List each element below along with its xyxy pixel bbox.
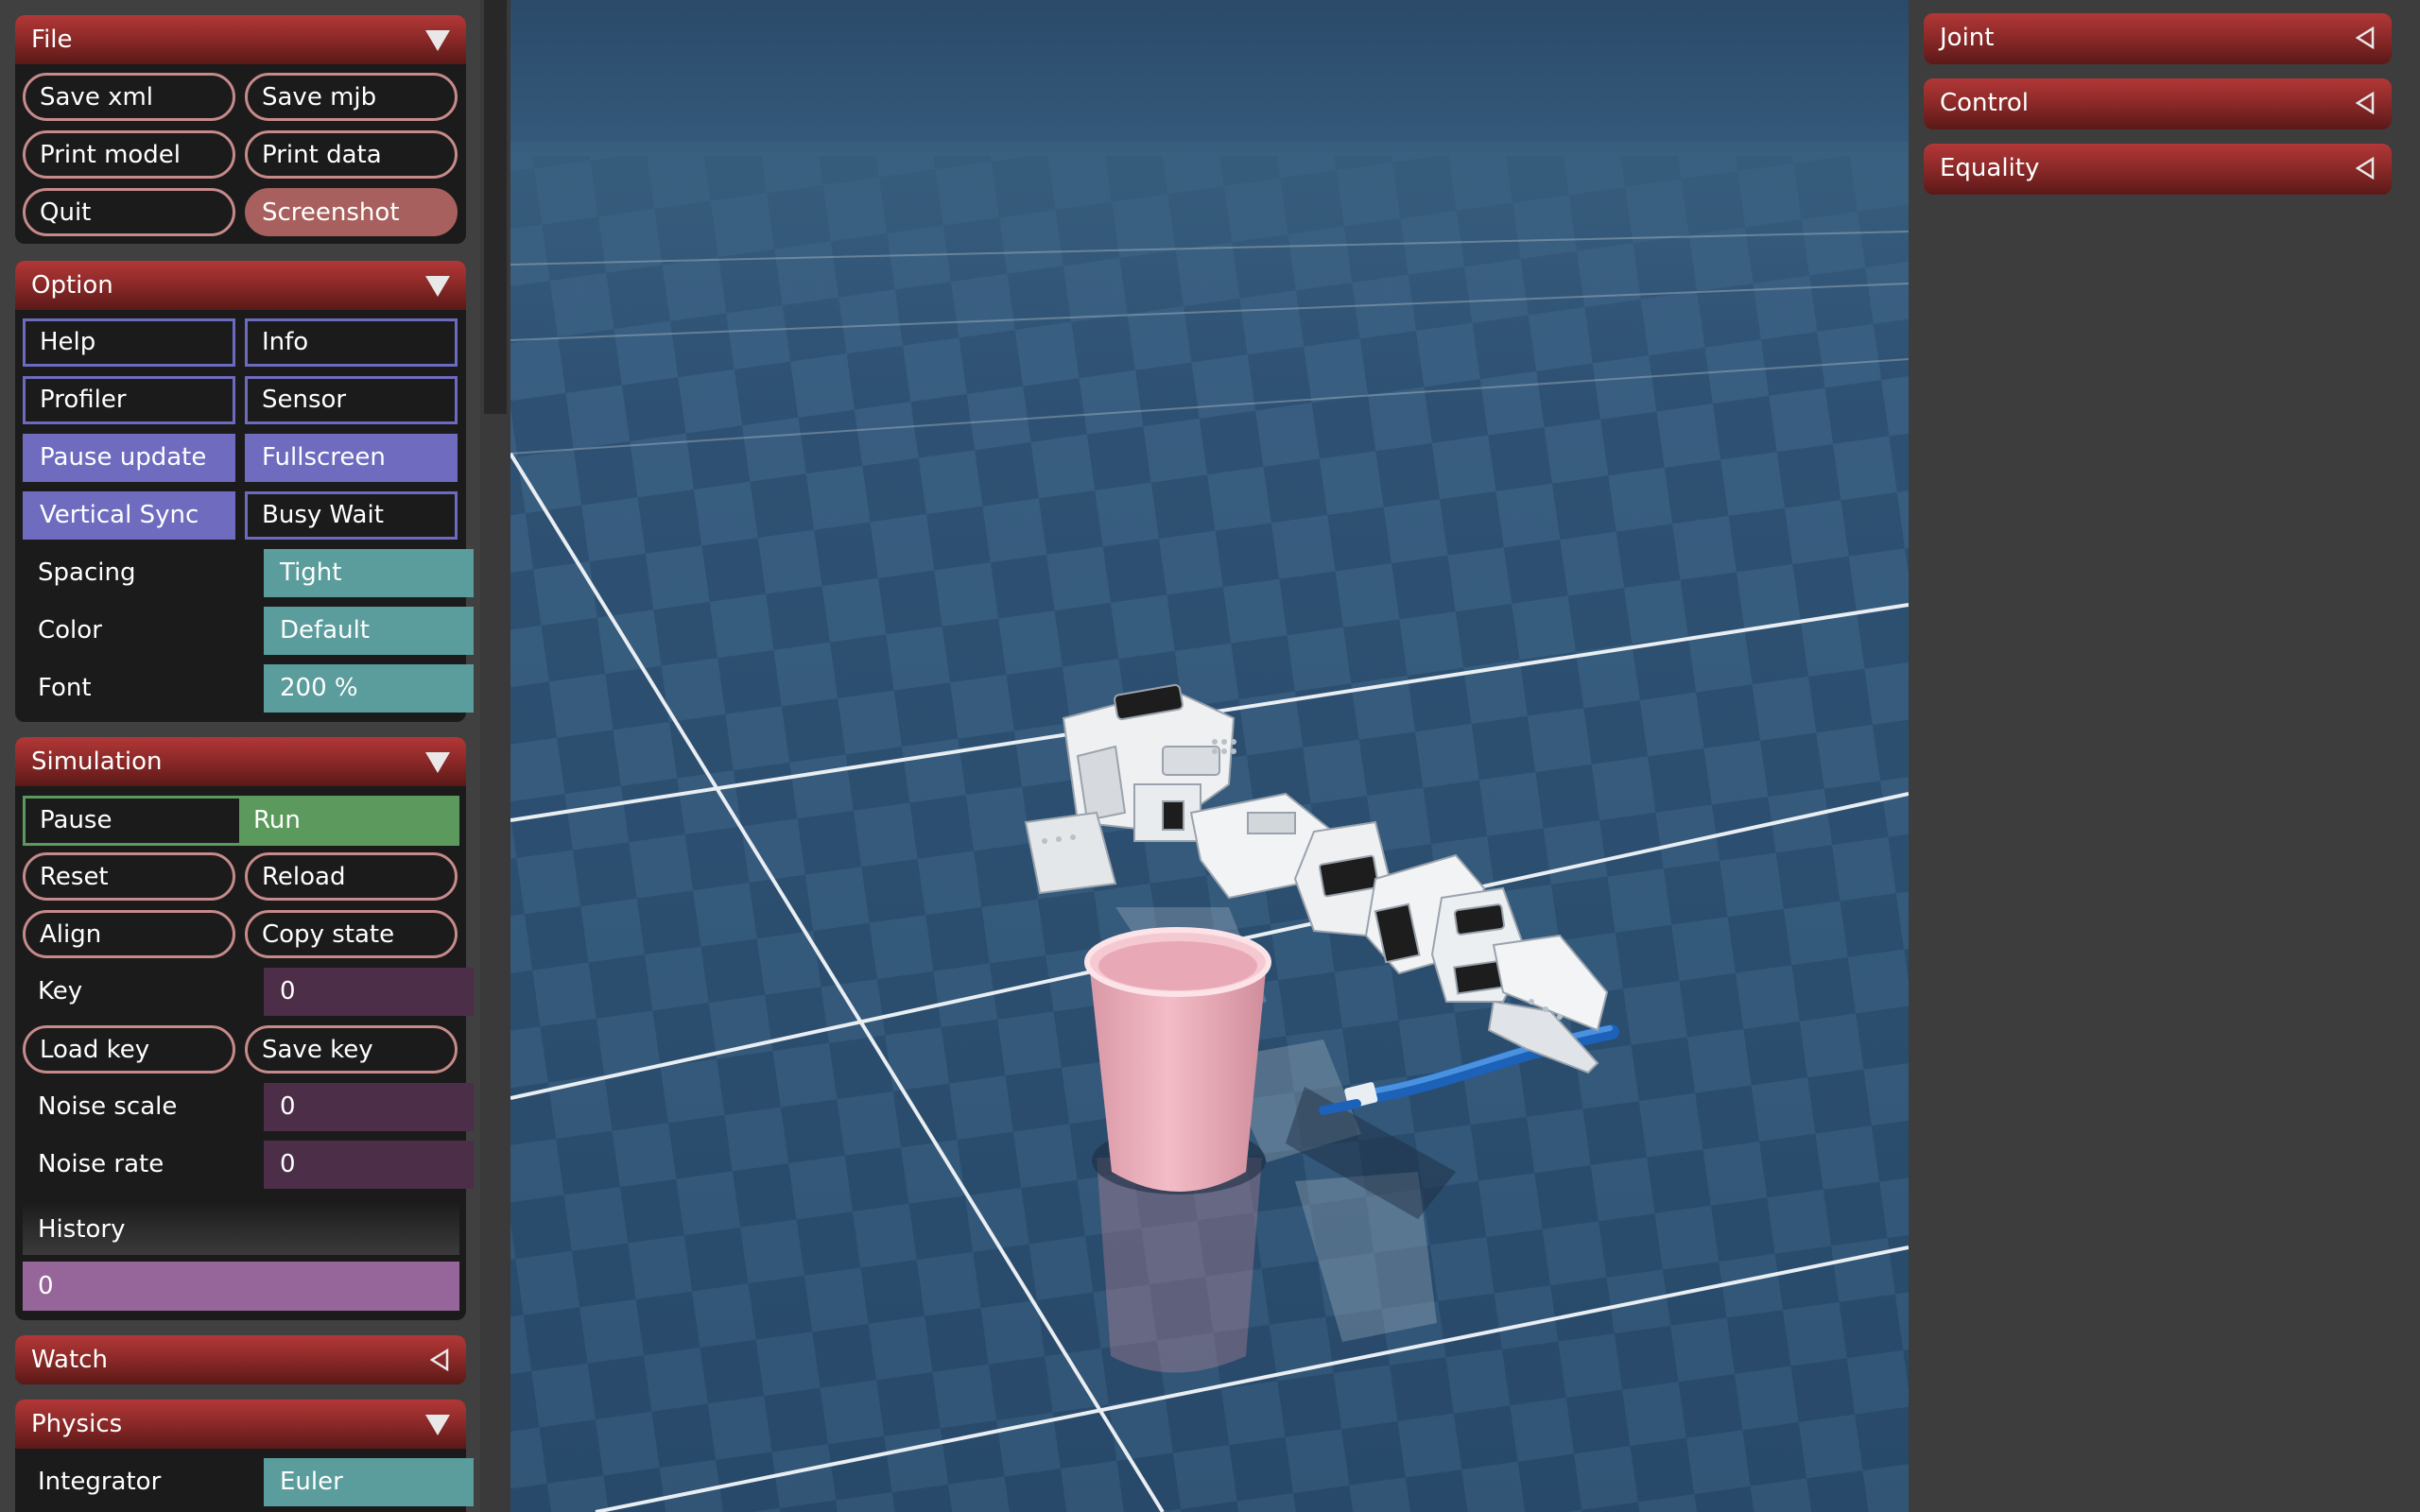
save-mjb-button[interactable]: Save mjb bbox=[245, 73, 458, 121]
simulation-section: Simulation Pause Run Reset Reload Align … bbox=[15, 737, 474, 1320]
triangle-left-icon bbox=[2356, 26, 2375, 49]
simulation-section-header[interactable]: Simulation bbox=[15, 737, 466, 786]
physics-section: Physics Integrator Euler bbox=[15, 1400, 474, 1512]
control-section-title: Control bbox=[1940, 89, 2029, 117]
file-section-title: File bbox=[31, 26, 73, 54]
screenshot-button[interactable]: Screenshot bbox=[245, 188, 458, 236]
color-label: Color bbox=[38, 616, 102, 644]
watch-section-title: Watch bbox=[31, 1346, 108, 1374]
left-panel-scrollbar[interactable] bbox=[480, 0, 510, 1512]
reload-button[interactable]: Reload bbox=[245, 852, 458, 901]
joint-section-title: Joint bbox=[1940, 24, 1995, 52]
3d-viewport[interactable] bbox=[510, 0, 1909, 1512]
info-checkbox[interactable]: Info bbox=[245, 318, 458, 367]
file-section: File Save xml Save mjb Print model Print… bbox=[15, 15, 466, 244]
equality-section-header[interactable]: Equality bbox=[1924, 144, 2392, 195]
triangle-down-icon bbox=[425, 1415, 450, 1435]
key-field[interactable]: 0 bbox=[264, 968, 474, 1016]
option-section-header[interactable]: Option bbox=[15, 261, 466, 310]
sky-background bbox=[510, 0, 1909, 156]
file-section-header[interactable]: File bbox=[15, 15, 466, 64]
noise-scale-field[interactable]: 0 bbox=[264, 1083, 474, 1131]
pause-update-checkbox[interactable]: Pause update bbox=[23, 434, 235, 482]
watch-section-header[interactable]: Watch bbox=[15, 1335, 466, 1384]
triangle-left-icon bbox=[430, 1349, 449, 1371]
noise-scale-label: Noise scale bbox=[38, 1092, 178, 1121]
print-data-button[interactable]: Print data bbox=[245, 130, 458, 179]
reset-button[interactable]: Reset bbox=[23, 852, 235, 901]
watch-section: Watch bbox=[15, 1335, 466, 1384]
control-section-header[interactable]: Control bbox=[1924, 78, 2392, 129]
spacing-label: Spacing bbox=[38, 558, 136, 587]
triangle-down-icon bbox=[425, 752, 450, 773]
triangle-left-icon bbox=[2356, 92, 2375, 114]
simulation-section-title: Simulation bbox=[31, 747, 163, 776]
align-button[interactable]: Align bbox=[23, 910, 235, 958]
pause-radio-option[interactable]: Pause bbox=[26, 799, 239, 843]
left-ui-panel: File Save xml Save mjb Print model Print… bbox=[0, 0, 480, 1512]
horizon-haze bbox=[510, 142, 1909, 387]
triangle-down-icon bbox=[425, 276, 450, 297]
pink-cup bbox=[1084, 927, 1271, 1192]
save-key-button[interactable]: Save key bbox=[245, 1025, 458, 1074]
option-section: Option Help Info Profiler Sensor Pause u… bbox=[15, 261, 474, 722]
font-select[interactable]: 200 % bbox=[264, 664, 474, 713]
physics-section-title: Physics bbox=[31, 1410, 123, 1438]
busy-wait-checkbox[interactable]: Busy Wait bbox=[245, 491, 458, 540]
joint-section-header[interactable]: Joint bbox=[1924, 13, 2392, 64]
run-radio-option[interactable]: Run bbox=[239, 799, 457, 843]
integrator-label: Integrator bbox=[38, 1468, 162, 1496]
copy-state-button[interactable]: Copy state bbox=[245, 910, 458, 958]
noise-rate-label: Noise rate bbox=[38, 1150, 164, 1178]
physics-section-header[interactable]: Physics bbox=[15, 1400, 466, 1449]
triangle-left-icon bbox=[2356, 157, 2375, 180]
save-xml-button[interactable]: Save xml bbox=[23, 73, 235, 121]
run-pause-radio: Pause Run bbox=[23, 796, 459, 846]
color-select[interactable]: Default bbox=[264, 607, 474, 655]
quit-button[interactable]: Quit bbox=[23, 188, 235, 236]
vertical-sync-checkbox[interactable]: Vertical Sync bbox=[23, 491, 235, 540]
right-ui-panel: Joint Control Equality bbox=[1909, 0, 2420, 1512]
key-label: Key bbox=[38, 977, 83, 1005]
spacing-select[interactable]: Tight bbox=[264, 549, 474, 597]
option-section-title: Option bbox=[31, 271, 113, 300]
noise-rate-field[interactable]: 0 bbox=[264, 1141, 474, 1189]
equality-section-title: Equality bbox=[1940, 154, 2040, 182]
print-model-button[interactable]: Print model bbox=[23, 130, 235, 179]
fullscreen-checkbox[interactable]: Fullscreen bbox=[245, 434, 458, 482]
history-slider[interactable]: 0 bbox=[23, 1262, 459, 1311]
load-key-button[interactable]: Load key bbox=[23, 1025, 235, 1074]
scrollbar-thumb[interactable] bbox=[484, 0, 507, 414]
scene-render[interactable] bbox=[510, 0, 1909, 1512]
triangle-down-icon bbox=[425, 30, 450, 51]
integrator-select[interactable]: Euler bbox=[264, 1458, 474, 1506]
sensor-checkbox[interactable]: Sensor bbox=[245, 376, 458, 424]
profiler-checkbox[interactable]: Profiler bbox=[23, 376, 235, 424]
font-label: Font bbox=[38, 674, 92, 702]
help-checkbox[interactable]: Help bbox=[23, 318, 235, 367]
history-label: History bbox=[23, 1204, 459, 1255]
